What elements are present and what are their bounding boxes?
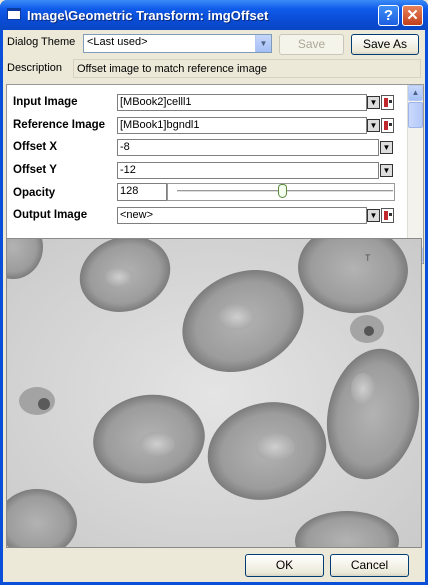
chevron-down-icon[interactable]: ▼ — [255, 35, 271, 52]
cell-micrograph: T — [7, 239, 421, 547]
input-image-picker-icon[interactable] — [381, 95, 394, 110]
dialog-theme-label: Dialog Theme — [7, 36, 76, 48]
dialog-theme-value: <Last used> — [87, 36, 148, 48]
ok-button[interactable]: OK — [245, 554, 324, 577]
dialog-theme-select[interactable]: <Last used> ▼ — [83, 34, 272, 53]
input-image-field[interactable]: [MBook2]celll1 — [117, 94, 367, 111]
output-image-label: Output Image — [13, 209, 88, 221]
cancel-button[interactable]: Cancel — [330, 554, 409, 577]
output-image-picker-icon[interactable] — [381, 208, 394, 223]
close-button[interactable]: ✕ — [402, 5, 423, 26]
parameter-scrollbar[interactable]: ▲ ▼ — [407, 85, 423, 263]
save-theme-button[interactable]: Save — [279, 34, 344, 55]
output-image-dropdown-icon[interactable]: ▼ — [367, 209, 380, 222]
input-image-dropdown-icon[interactable]: ▼ — [367, 96, 380, 109]
reference-image-field[interactable]: [MBook1]bgndl1 — [117, 117, 367, 134]
offset-x-dropdown-icon[interactable]: ▼ — [380, 141, 393, 154]
title-bar[interactable]: Image\Geometric Transform: imgOffset ? ✕ — [0, 0, 428, 30]
offset-y-label: Offset Y — [13, 164, 57, 176]
offset-y-field[interactable]: -12 — [117, 162, 379, 179]
scroll-thumb[interactable] — [408, 102, 423, 128]
window-title: Image\Geometric Transform: imgOffset — [27, 8, 269, 23]
offset-x-label: Offset X — [13, 141, 58, 153]
image-preview: T — [6, 238, 422, 548]
help-button[interactable]: ? — [378, 5, 399, 26]
opacity-field[interactable]: 128 — [117, 183, 167, 201]
save-as-theme-button[interactable]: Save As — [351, 34, 419, 55]
opacity-slider-thumb[interactable] — [278, 184, 287, 198]
reference-image-label: Reference Image — [13, 119, 106, 131]
window-icon — [7, 8, 21, 20]
dialog-window: Image\Geometric Transform: imgOffset ? ✕… — [0, 0, 428, 585]
output-image-field[interactable]: <new> — [117, 207, 367, 224]
reference-image-picker-icon[interactable] — [381, 118, 394, 133]
preview-corner-mark: T — [365, 253, 371, 263]
parameter-panel: Input Image [MBook2]celll1 ▼ Reference I… — [6, 84, 424, 264]
dialog-body: Dialog Theme <Last used> ▼ Save Save As … — [3, 30, 425, 582]
offset-y-dropdown-icon[interactable]: ▼ — [380, 164, 393, 177]
description-label: Description — [7, 62, 63, 74]
input-image-label: Input Image — [13, 96, 78, 108]
opacity-label: Opacity — [13, 187, 56, 199]
description-text: Offset image to match reference image — [73, 59, 421, 78]
scroll-up-icon[interactable]: ▲ — [408, 85, 423, 101]
reference-image-dropdown-icon[interactable]: ▼ — [367, 119, 380, 132]
offset-x-field[interactable]: -8 — [117, 139, 379, 156]
